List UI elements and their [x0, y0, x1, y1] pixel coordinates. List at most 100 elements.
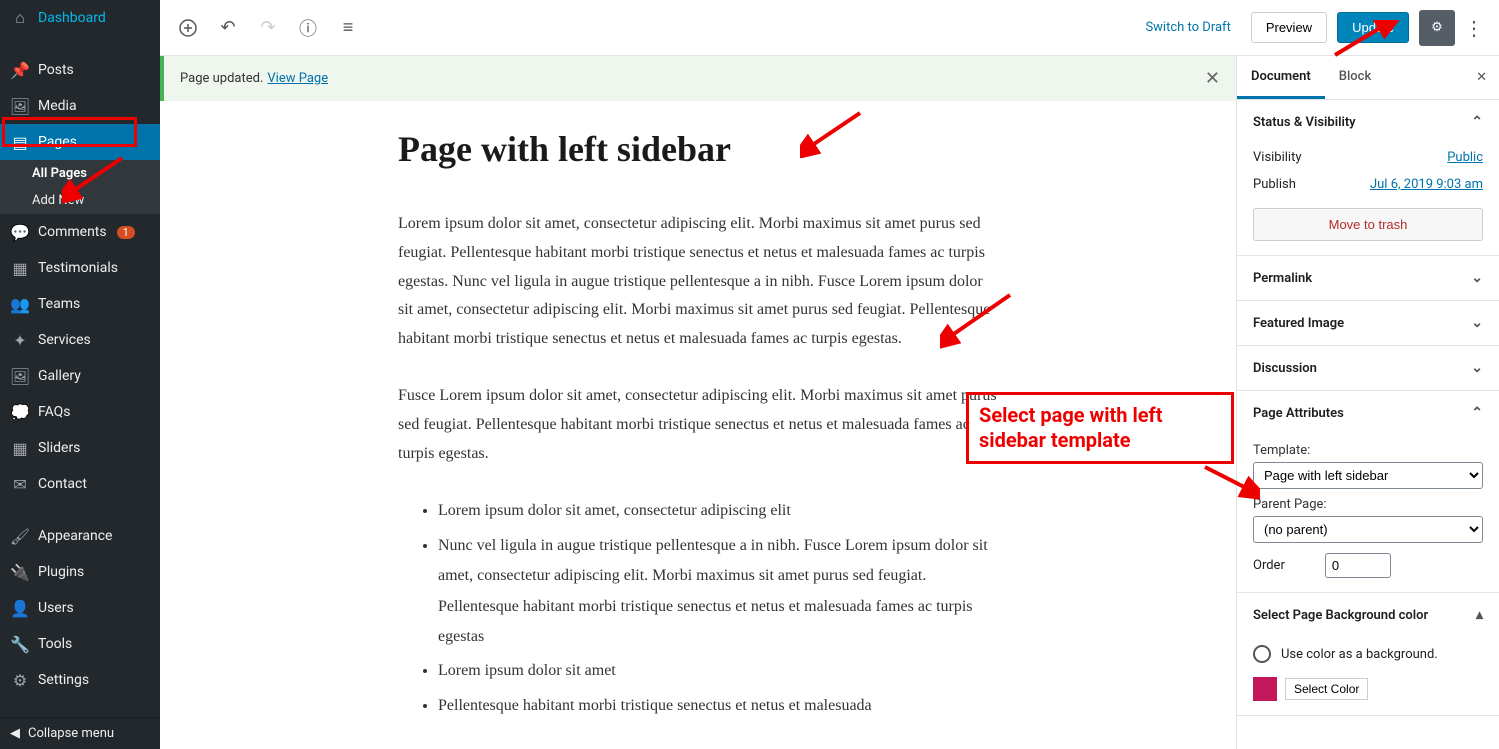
tab-document[interactable]: Document — [1237, 56, 1325, 99]
chevron-down-icon: ⌄ — [1471, 270, 1483, 286]
menu-label: Plugins — [38, 564, 84, 580]
list-item[interactable]: Lorem ipsum dolor sit amet — [438, 656, 998, 686]
list-item[interactable]: Pellentesque habitant morbi tristique se… — [438, 691, 998, 721]
menu-comments[interactable]: 💬Comments1 — [0, 214, 160, 250]
editor-toolbar: ↶ ↷ ⓘ ≡ Switch to Draft Preview Update ⚙… — [160, 0, 1499, 56]
menu-gallery[interactable]: 🖼Gallery — [0, 358, 160, 394]
post-title[interactable]: Page with left sidebar — [398, 128, 998, 170]
template-label: Template: — [1253, 443, 1483, 458]
submenu-all-pages[interactable]: All Pages — [0, 160, 160, 187]
settings-button[interactable]: ⚙ — [1419, 10, 1455, 46]
panel-title: Select Page Background color — [1253, 608, 1428, 623]
panel-title: Featured Image — [1253, 316, 1344, 331]
update-button[interactable]: Update — [1337, 12, 1409, 43]
menu-label: Contact — [38, 476, 87, 492]
move-to-trash-button[interactable]: Move to trash — [1253, 208, 1483, 241]
menu-label: Dashboard — [38, 10, 106, 26]
menu-dashboard[interactable]: ⌂ Dashboard — [0, 0, 160, 36]
panel-status-visibility: Status & Visibility⌃ VisibilityPublic Pu… — [1237, 100, 1499, 256]
menu-pages[interactable]: ▤Pages — [0, 124, 160, 160]
panel-toggle-bg[interactable]: Select Page Background color▴ — [1237, 593, 1499, 637]
menu-services[interactable]: ✦ Services — [0, 322, 160, 358]
menu-settings[interactable]: ⚙Settings — [0, 662, 160, 698]
services-icon: ✦ — [10, 330, 30, 350]
menu-label: Testimonials — [38, 260, 118, 276]
template-select[interactable]: Page with left sidebar — [1253, 462, 1483, 489]
visibility-value[interactable]: Public — [1447, 150, 1483, 165]
menu-posts[interactable]: 📌Posts — [0, 52, 160, 88]
collapse-icon: ◀ — [10, 726, 20, 741]
list-item[interactable]: Nunc vel ligula in augue tristique pelle… — [438, 531, 998, 653]
menu-label: Settings — [38, 672, 89, 688]
sliders-icon: ▦ — [10, 438, 30, 458]
plus-circle-icon — [178, 18, 198, 38]
collapse-label: Collapse menu — [28, 726, 114, 741]
menu-plugins[interactable]: 🔌 Plugins — [0, 554, 160, 590]
publish-value[interactable]: Jul 6, 2019 9:03 am — [1370, 177, 1483, 192]
media-icon: 🖼 — [10, 96, 30, 116]
close-sidebar-button[interactable]: ✕ — [1464, 56, 1499, 99]
plugins-icon: 🔌 — [10, 562, 30, 582]
tab-block[interactable]: Block — [1325, 56, 1385, 99]
info-button[interactable]: ⓘ — [290, 10, 326, 46]
undo-button[interactable]: ↶ — [210, 10, 246, 46]
pages-icon: ▤ — [10, 132, 30, 152]
settings-sidebar: Document Block ✕ Status & Visibility⌃ Vi… — [1236, 56, 1499, 749]
submenu-add-new[interactable]: Add New — [0, 187, 160, 214]
order-input[interactable] — [1325, 553, 1391, 578]
panel-toggle-attributes[interactable]: Page Attributes ⌃ — [1237, 391, 1499, 435]
chevron-up-icon: ⌃ — [1471, 405, 1483, 421]
admin-menu: ⌂ Dashboard 📌Posts 🖼Media ▤Pages All Page… — [0, 0, 160, 749]
collapse-menu[interactable]: ◀ Collapse menu — [0, 717, 160, 749]
panel-title: Status & Visibility — [1253, 115, 1356, 130]
menu-label: Services — [38, 332, 91, 348]
menu-faqs[interactable]: 💭FAQs — [0, 394, 160, 430]
kebab-icon: ⋮ — [1464, 16, 1484, 40]
paragraph-block[interactable]: Lorem ipsum dolor sit amet, consectetur … — [398, 210, 998, 354]
menu-label: Tools — [38, 636, 72, 652]
menu-teams[interactable]: 👥Teams — [0, 286, 160, 322]
testimonials-icon: ▦ — [10, 258, 30, 278]
switch-to-draft-link[interactable]: Switch to Draft — [1135, 20, 1240, 35]
menu-appearance[interactable]: 🖌Appearance — [0, 518, 160, 554]
panel-toggle-featured-image[interactable]: Featured Image⌄ — [1237, 301, 1499, 345]
panel-background-color: Select Page Background color▴ Use color … — [1237, 593, 1499, 716]
view-page-link[interactable]: View Page — [267, 71, 328, 86]
editor-canvas[interactable]: Page with left sidebar Lorem ipsum dolor… — [160, 98, 1236, 749]
panel-toggle-status[interactable]: Status & Visibility⌃ — [1237, 100, 1499, 144]
radio-unselected[interactable] — [1253, 645, 1271, 663]
list-block[interactable]: Lorem ipsum dolor sit amet, consectetur … — [398, 496, 998, 721]
panel-title: Page Attributes — [1253, 406, 1344, 421]
dismiss-notice-button[interactable]: ✕ — [1205, 68, 1220, 89]
panel-title: Permalink — [1253, 271, 1312, 286]
contact-icon: ✉ — [10, 474, 30, 494]
parent-page-select[interactable]: (no parent) — [1253, 516, 1483, 543]
menu-testimonials[interactable]: ▦ Testimonials — [0, 250, 160, 286]
more-button[interactable]: ⋮ — [1459, 10, 1489, 46]
list-item[interactable]: Lorem ipsum dolor sit amet, consectetur … — [438, 496, 998, 526]
publish-label: Publish — [1253, 177, 1296, 192]
menu-label: Appearance — [38, 528, 112, 544]
tools-icon: 🔧 — [10, 634, 30, 654]
menu-tools[interactable]: 🔧 Tools — [0, 626, 160, 662]
redo-button[interactable]: ↷ — [250, 10, 286, 46]
panel-title: Discussion — [1253, 361, 1317, 376]
teams-icon: 👥 — [10, 294, 30, 314]
menu-sliders[interactable]: ▦Sliders — [0, 430, 160, 466]
menu-contact[interactable]: ✉ Contact — [0, 466, 160, 502]
add-block-button[interactable] — [170, 10, 206, 46]
select-color-button[interactable]: Select Color — [1285, 678, 1368, 700]
menu-users[interactable]: 👤Users — [0, 590, 160, 626]
radio-label: Use color as a background. — [1281, 647, 1438, 662]
parent-page-label: Parent Page: — [1253, 497, 1483, 512]
panel-toggle-discussion[interactable]: Discussion⌄ — [1237, 346, 1499, 390]
preview-button[interactable]: Preview — [1251, 12, 1327, 43]
menu-media[interactable]: 🖼Media — [0, 88, 160, 124]
outline-button[interactable]: ≡ — [330, 10, 366, 46]
color-swatch[interactable] — [1253, 677, 1277, 701]
submenu-label: Add New — [32, 193, 84, 208]
order-label: Order — [1253, 558, 1285, 573]
paragraph-block[interactable]: Fusce Lorem ipsum dolor sit amet, consec… — [398, 382, 998, 468]
panel-toggle-permalink[interactable]: Permalink ⌄ — [1237, 256, 1499, 300]
dashboard-icon: ⌂ — [10, 8, 30, 28]
